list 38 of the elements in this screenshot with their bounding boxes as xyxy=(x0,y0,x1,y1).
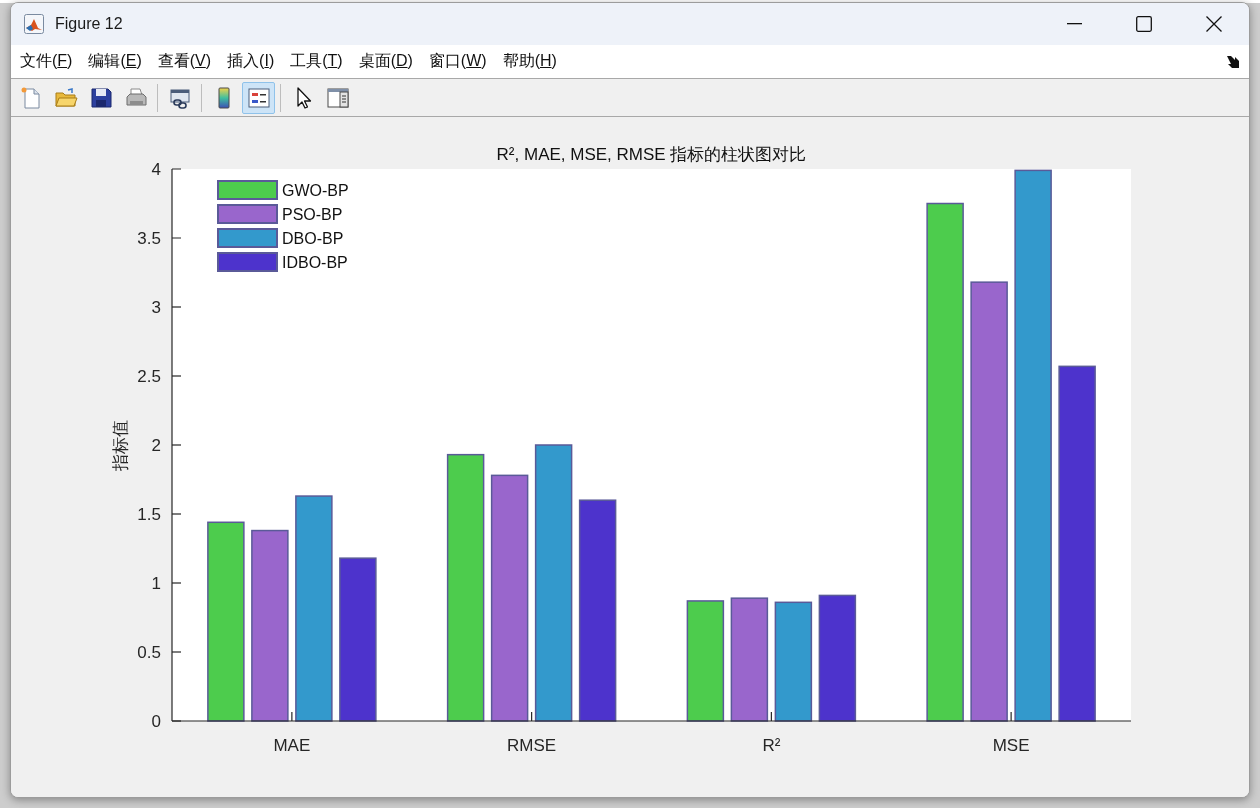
maximize-icon xyxy=(1136,16,1152,32)
panel-window-icon xyxy=(325,85,350,110)
x-tick-label: MAE xyxy=(273,736,311,755)
menu-item[interactable]: 查看(V) xyxy=(157,51,212,72)
x-tick-label: RMSE xyxy=(507,736,557,755)
legend-label: GWO-BP xyxy=(282,182,349,199)
y-tick-label: 0 xyxy=(151,712,161,731)
y-tick-label: 0.5 xyxy=(137,643,161,662)
y-tick-label: 1.5 xyxy=(137,505,161,524)
legend-label: DBO-BP xyxy=(282,230,344,247)
y-tick-label: 4 xyxy=(151,160,161,179)
y-tick-label: 2.5 xyxy=(137,367,161,386)
dock-arrow-icon[interactable] xyxy=(1227,55,1239,68)
peak-logo-icon xyxy=(24,14,44,34)
y-axis-label: 指标值 xyxy=(111,419,130,471)
menu-item[interactable]: 编辑(E) xyxy=(88,51,142,72)
y-tick-label: 3 xyxy=(151,298,161,317)
x-tick-label: R² xyxy=(762,736,781,755)
open-folder-icon xyxy=(53,85,78,110)
save-icon xyxy=(88,85,113,110)
legend-icon xyxy=(246,85,271,110)
menu-item[interactable]: 窗口(W) xyxy=(428,51,487,72)
legend-button[interactable] xyxy=(242,81,275,114)
menu-item[interactable]: 桌面(D) xyxy=(358,51,413,72)
menu-item[interactable]: 插入(I) xyxy=(227,51,275,72)
window-title: Figure 12 xyxy=(55,15,123,33)
y-tick-label: 3.5 xyxy=(137,229,161,248)
y-tick-label: 2 xyxy=(151,436,161,455)
close-icon xyxy=(1206,16,1222,32)
chart-title: R², MAE, MSE, RMSE 指标的柱状图对比 xyxy=(496,145,807,164)
legend-label: IDBO-BP xyxy=(282,254,348,271)
legend-label: PSO-BP xyxy=(282,206,343,223)
y-tick-label: 1 xyxy=(151,574,161,593)
menu-item[interactable]: 工具(T) xyxy=(290,51,343,72)
menu-item[interactable]: 帮助(H) xyxy=(502,51,557,72)
minimize-icon xyxy=(1066,23,1082,25)
menu-item[interactable]: 文件(F) xyxy=(20,51,73,72)
x-tick-label: MSE xyxy=(992,736,1030,755)
